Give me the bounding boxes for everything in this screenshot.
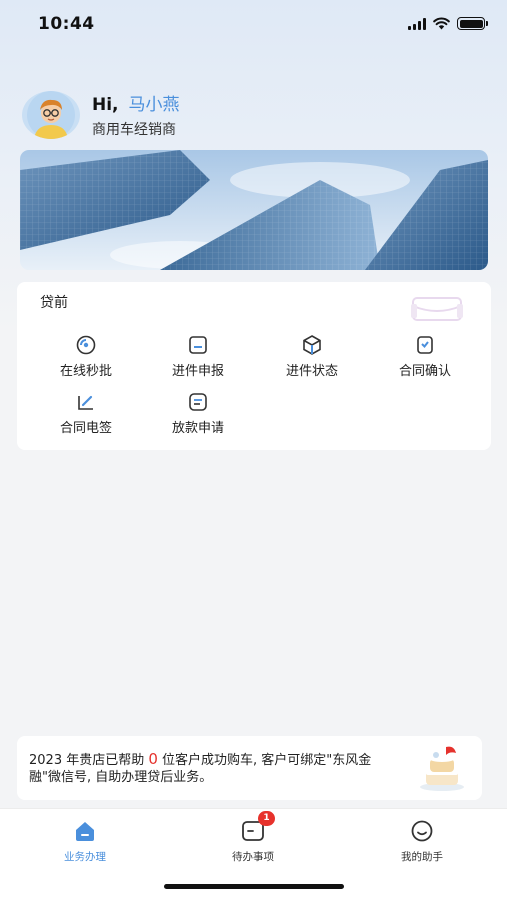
home-icon <box>76 822 94 841</box>
wifi-icon <box>433 17 450 30</box>
cube-status-icon <box>303 335 321 355</box>
loan-apply-icon <box>189 393 207 411</box>
grid-item-loan-apply[interactable]: 放款申请 <box>139 391 257 436</box>
tab-assistant[interactable]: 我的助手 <box>362 819 482 864</box>
tab-business[interactable]: 业务办理 <box>25 819 145 864</box>
cake-illustration-icon <box>420 746 464 791</box>
grid-item-application-submit[interactable]: 进件申报 <box>139 334 257 379</box>
home-indicator <box>164 884 344 889</box>
pre-loan-card: 贷前 在线秒批 进件申报 进件状态 合同确认 合同电签 放款申请 <box>17 282 491 450</box>
notice-banner[interactable]: 2023 年贵店已帮助 0 位客户成功购车, 客户可绑定"东风金融"微信号, 自… <box>17 736 482 800</box>
grid-item-label: 进件状态 <box>285 364 338 379</box>
truck-decoration-icon <box>411 297 463 321</box>
user-role: 商用车经销商 <box>92 122 176 138</box>
grid-item-contract-confirm[interactable]: 合同确认 <box>366 334 484 379</box>
card-title: 贷前 <box>40 295 68 311</box>
greeting-line: Hi, 马小燕 <box>92 90 180 115</box>
grid-item-label: 合同电签 <box>59 421 112 436</box>
user-name: 马小燕 <box>128 95 180 115</box>
grid-item-label: 在线秒批 <box>59 364 112 379</box>
form-submit-icon <box>189 336 207 354</box>
status-bar: 10:44 <box>0 0 507 50</box>
tab-label: 待办事项 <box>232 851 274 863</box>
e-sign-icon <box>78 395 93 410</box>
battery-icon <box>457 17 488 30</box>
grid-item-label: 进件申报 <box>171 364 224 379</box>
greeting-hi: Hi, <box>92 95 119 115</box>
grid-item-e-sign[interactable]: 合同电签 <box>27 391 145 436</box>
tab-todo[interactable]: 1 待办事项 <box>193 811 313 864</box>
notice-count: 0 <box>148 750 158 768</box>
notice-text: 2023 年贵店已帮助 0 位客户成功购车, 客户可绑定"东风金融"微信号, 自… <box>29 751 399 786</box>
todo-badge: 1 <box>258 811 275 826</box>
contract-confirm-icon <box>417 336 433 354</box>
todo-icon-wrap: 1 <box>240 811 275 843</box>
tab-label: 业务办理 <box>64 851 106 863</box>
status-icons <box>408 17 488 30</box>
signal-icon <box>408 17 426 30</box>
tab-label: 我的助手 <box>401 851 443 863</box>
grid-item-online-approval[interactable]: 在线秒批 <box>27 334 145 379</box>
status-time: 10:44 <box>38 14 95 34</box>
grid-item-label: 放款申请 <box>171 421 224 436</box>
avatar[interactable] <box>22 90 80 139</box>
grid-item-application-status[interactable]: 进件状态 <box>253 334 371 379</box>
assistant-icon <box>411 820 433 842</box>
user-header: Hi, 马小燕 商用车经销商 <box>22 90 180 139</box>
clock-check-icon <box>76 335 96 355</box>
banner-image[interactable] <box>20 150 488 270</box>
grid-item-label: 合同确认 <box>398 364 451 379</box>
notice-prefix: 2023 年贵店已帮助 <box>29 753 149 768</box>
